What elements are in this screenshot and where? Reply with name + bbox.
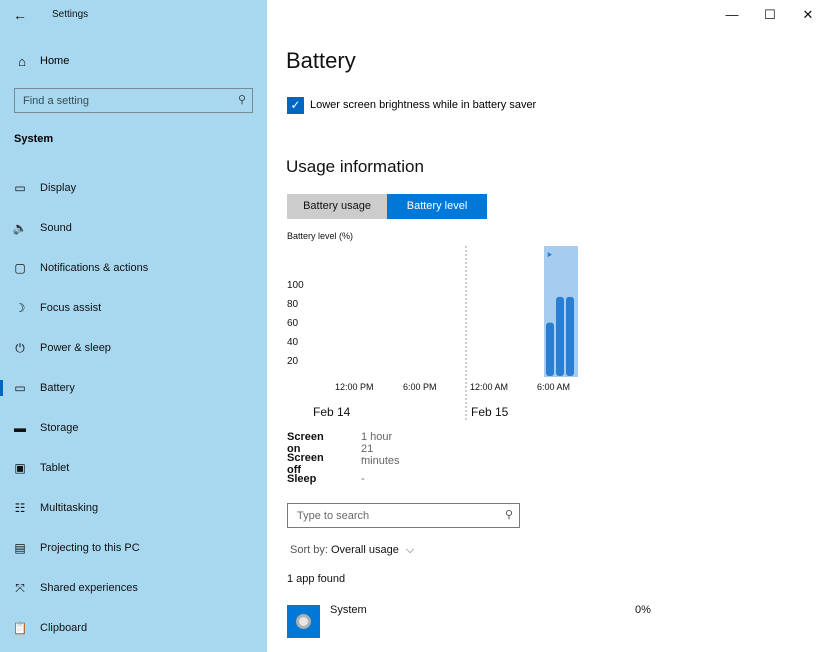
sidebar-item-label: Shared experiences: [40, 582, 138, 594]
apps-found-count: 1 app found: [287, 573, 346, 585]
gear-icon: [296, 614, 311, 629]
x-tick-label: 12:00 PM: [335, 382, 374, 392]
sound-icon: 🔈: [12, 221, 28, 235]
clipboard-icon: 📋: [12, 621, 28, 635]
sidebar-item-focus-assist[interactable]: ☽ Focus assist: [0, 288, 267, 328]
storage-icon: ▬: [14, 421, 26, 435]
home-icon: ⌂: [18, 54, 26, 69]
sidebar-item-label: Notifications & actions: [40, 262, 149, 274]
tablet-icon: ▣: [14, 461, 26, 475]
sidebar-nav: ▭ Display 🔈 Sound ▢ Notifications & acti…: [0, 168, 267, 648]
main-content: Battery ✓ Lower screen brightness while …: [267, 0, 827, 652]
stat-value: 1 hour 21 minutes: [361, 431, 400, 467]
sidebar-item-label: Storage: [40, 422, 79, 434]
sidebar-item-label: Power & sleep: [40, 342, 111, 354]
stat-label: Sleep: [287, 473, 317, 485]
battery-level-bar: [546, 322, 554, 376]
usage-heading: Usage information: [286, 157, 424, 176]
sidebar-item-projecting[interactable]: ▤ Projecting to this PC: [0, 528, 267, 568]
chevron-down-icon: ⌵: [405, 544, 415, 556]
sort-by-dropdown[interactable]: Sort by: Overall usage ⌵: [290, 544, 414, 557]
home-label: Home: [40, 55, 70, 67]
section-label: System: [14, 133, 54, 145]
title-bar: ← Settings: [0, 0, 267, 30]
battery-icon: ▭: [14, 381, 26, 395]
find-setting-input[interactable]: [15, 89, 225, 112]
multitasking-icon: ☷: [14, 501, 26, 515]
sidebar-item-label: Sound: [40, 222, 72, 234]
y-tick-label: 40: [287, 337, 299, 348]
sort-by-prefix: Sort by:: [290, 544, 328, 556]
sidebar-item-power-sleep[interactable]: ⏻ Power & sleep: [0, 328, 267, 368]
notifications-icon: ▢: [14, 261, 26, 275]
sidebar-item-label: Clipboard: [40, 622, 88, 634]
projecting-icon: ▤: [14, 541, 26, 555]
sidebar-item-clipboard[interactable]: 📋 Clipboard: [0, 608, 267, 648]
back-arrow-icon[interactable]: ←: [8, 6, 32, 24]
sidebar-item-label: Battery: [40, 382, 75, 394]
tab-battery-level[interactable]: Battery level: [387, 194, 487, 219]
stat-value: -: [361, 452, 365, 464]
sidebar-item-label: Multitasking: [40, 502, 99, 514]
battery-level-bar: [556, 296, 564, 376]
sidebar-item-multitasking[interactable]: ☷ Multitasking: [0, 488, 267, 528]
sidebar-item-storage[interactable]: ▬ Storage: [0, 408, 267, 448]
checkbox-label: Lower screen brightness while in battery…: [310, 99, 537, 111]
find-setting-search[interactable]: ⚲: [14, 88, 253, 113]
y-tick-label: 80: [287, 299, 299, 310]
app-usage-percent: 0%: [635, 604, 651, 616]
app-name: System: [330, 604, 367, 616]
moon-icon: ☽: [14, 301, 26, 315]
app-search[interactable]: ⚲: [287, 503, 520, 528]
app-title: Settings: [52, 9, 89, 20]
battery-level-chart: ⯈ 100 80 60 40 20 12:00 PM 6:00 PM 12:00…: [287, 246, 578, 422]
app-search-input[interactable]: [288, 504, 493, 527]
page-title: Battery: [286, 48, 356, 73]
x-tick-label: 12:00 AM: [470, 382, 508, 392]
tab-battery-usage[interactable]: Battery usage: [287, 194, 387, 219]
date-label: Feb 15: [471, 405, 509, 419]
system-app-icon: [287, 605, 320, 638]
sort-by-value: Overall usage: [330, 544, 399, 556]
search-icon: ⚲: [504, 509, 513, 521]
sidebar-item-label: Tablet: [40, 462, 70, 474]
x-tick-label: 6:00 AM: [537, 382, 570, 392]
battery-level-bar: [566, 296, 574, 376]
plug-icon: ⯈: [546, 250, 553, 260]
sidebar-item-display[interactable]: ▭ Display: [0, 168, 267, 208]
x-tick-label: 6:00 PM: [403, 382, 437, 392]
sidebar-item-tablet[interactable]: ▣ Tablet: [0, 448, 267, 488]
checkmark-icon: ✓: [290, 98, 301, 112]
search-icon: ⚲: [237, 94, 246, 106]
sidebar-item-label: Focus assist: [40, 302, 102, 314]
date-label: Feb 14: [313, 405, 351, 419]
home-nav-item[interactable]: ⌂ Home: [0, 48, 267, 76]
sidebar-item-notifications[interactable]: ▢ Notifications & actions: [0, 248, 267, 288]
display-icon: ▭: [14, 181, 26, 195]
shared-experiences-icon: ⤧: [15, 581, 25, 595]
sidebar-item-label: Display: [40, 182, 77, 194]
sidebar: ← Settings ⌂ Home ⚲ System ▭ Display 🔈 S…: [0, 0, 267, 652]
stat-value: -: [361, 473, 365, 485]
sidebar-item-shared-experiences[interactable]: ⤧ Shared experiences: [0, 568, 267, 608]
sidebar-item-label: Projecting to this PC: [40, 542, 140, 554]
battery-saver-brightness-checkbox[interactable]: ✓: [287, 97, 304, 114]
app-list-item[interactable]: System 0%: [287, 600, 827, 640]
sidebar-item-battery[interactable]: ▭ Battery: [0, 368, 267, 408]
y-tick-label: 20: [287, 356, 299, 367]
sidebar-item-sound[interactable]: 🔈 Sound: [0, 208, 267, 248]
power-icon: ⏻: [15, 341, 25, 355]
y-tick-label: 60: [287, 318, 299, 329]
y-tick-label: 100: [287, 280, 304, 291]
usage-tabs: Battery usage Battery level: [287, 194, 487, 219]
